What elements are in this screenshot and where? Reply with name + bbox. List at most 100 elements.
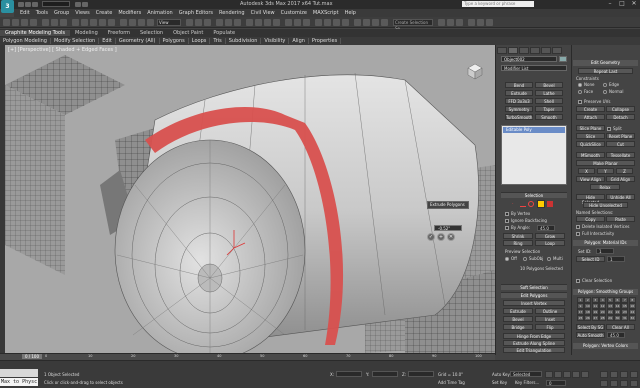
ribbon-title[interactable]: Graphite Modeling Tools (0, 30, 71, 36)
ribbon-panel-edit[interactable]: Edit (99, 38, 116, 44)
copy-button[interactable]: Copy (576, 216, 605, 222)
planar-z-button[interactable]: Z (616, 168, 633, 174)
save-icon[interactable] (32, 2, 38, 7)
preview-off-radio[interactable]: Off (505, 256, 517, 261)
toolbar-tool-icon[interactable] (264, 19, 271, 26)
smooth-button[interactable]: Smooth (535, 114, 563, 120)
set-id-field[interactable]: 1 (596, 248, 614, 254)
detach-button[interactable]: Detach (606, 114, 635, 120)
smoothing-group-button[interactable]: 21 (606, 309, 614, 315)
smoothing-group-button[interactable]: 6 (614, 297, 621, 303)
toolbar-tool-icon[interactable] (246, 19, 253, 26)
smoothing-group-button[interactable]: 30 (614, 315, 621, 321)
smoothing-group-button[interactable]: 18 (584, 309, 592, 315)
inset-button[interactable]: Inset (535, 316, 565, 322)
smoothing-groups-header[interactable]: Polygon: Smoothing Groups (573, 289, 638, 295)
smoothing-group-button[interactable]: 29 (606, 315, 614, 321)
collapse-button[interactable]: Collapse (606, 106, 635, 112)
zoom-icon[interactable] (600, 371, 608, 378)
utilities-tab[interactable] (552, 47, 562, 54)
menu-customize[interactable]: Customize (281, 10, 307, 16)
shell-button[interactable]: Shell (535, 98, 563, 104)
modifier-stack[interactable] (501, 125, 567, 185)
time-slider[interactable]: 0 / 100 (22, 354, 42, 359)
set-key-label[interactable]: Set Key (492, 380, 507, 385)
smoothing-group-button[interactable]: 17 (577, 309, 584, 315)
grow-button[interactable]: Grow (535, 233, 565, 239)
attach-button[interactable]: Attach (576, 114, 605, 120)
edit-polygons-header[interactable]: Edit Polygons (501, 292, 567, 298)
turbosmooth-button[interactable]: TurboSmooth (505, 114, 533, 120)
toolbar-tool-icon[interactable] (342, 19, 349, 26)
lathe-button[interactable]: Lathe (535, 90, 563, 96)
smoothing-group-button[interactable]: 20 (599, 309, 607, 315)
clear-selection-checkbox[interactable]: Clear Selection (576, 278, 612, 283)
named-selection-set[interactable]: Create Selection Se (393, 19, 433, 31)
orbit-icon[interactable] (630, 371, 638, 378)
stack-item-editable-poly[interactable]: Editable Poly (503, 127, 565, 133)
smoothing-group-button[interactable]: 11 (591, 303, 599, 309)
toolbar-tool-icon[interactable] (324, 19, 331, 26)
smoothing-group-button[interactable]: 23 (621, 309, 629, 315)
smoothing-group-button[interactable]: 31 (621, 315, 629, 321)
by-vertex-checkbox[interactable]: By Vertex (505, 211, 530, 216)
preview-multi-radio[interactable]: Multi (547, 256, 563, 261)
menu-civil-view[interactable]: Civil View (251, 10, 275, 16)
smoothing-group-button[interactable]: 19 (591, 309, 599, 315)
toolbar-tool-icon[interactable] (30, 19, 37, 26)
object-color-swatch[interactable] (559, 56, 567, 62)
x-field[interactable] (336, 371, 362, 377)
perspective-viewport[interactable] (5, 45, 495, 353)
auto-key-select[interactable]: Selected (510, 371, 542, 377)
maximize-button[interactable]: □ (616, 0, 628, 8)
prev-frame-icon[interactable] (554, 371, 562, 378)
delete-isolated-checkbox[interactable]: Delete Isolated Vertices (576, 224, 629, 229)
smoothing-group-button[interactable]: 16 (628, 303, 636, 309)
zoom-extents-icon[interactable] (610, 380, 618, 387)
motion-tab[interactable] (530, 47, 540, 54)
auto-smooth-button[interactable]: Auto Smooth (576, 332, 605, 338)
by-angle-checkbox[interactable]: By Angle: (505, 225, 530, 230)
view-align-button[interactable]: View Align (576, 176, 605, 182)
toolbar-tool-icon[interactable] (234, 19, 241, 26)
toolbar-tool-icon[interactable] (72, 19, 79, 26)
reference-coordinate-select[interactable]: View (157, 19, 181, 26)
msmooth-button[interactable]: MSmooth (576, 152, 605, 158)
edge-mode-icon[interactable] (520, 201, 526, 207)
next-frame-icon[interactable] (572, 371, 580, 378)
ribbon-panel-tris[interactable]: Tris (210, 38, 226, 44)
taper-button[interactable]: Taper (535, 106, 563, 112)
close-button[interactable]: ✕ (628, 0, 640, 8)
smoothing-group-button[interactable]: 24 (628, 309, 636, 315)
unhide-all-button[interactable]: Unhide All (606, 194, 635, 200)
bridge-button[interactable]: Bridge (503, 324, 533, 330)
toolbar-tool-icon[interactable] (363, 19, 370, 26)
menu-edit[interactable]: Edit (20, 10, 30, 16)
ribbon-panel-properties[interactable]: Properties (309, 38, 342, 44)
slice-plane-button[interactable]: Slice Plane (576, 125, 605, 131)
hinge-button[interactable]: Hinge From Edge (503, 333, 565, 339)
toolbar-tool-icon[interactable] (120, 19, 127, 26)
menu-graph-editors[interactable]: Graph Editors (179, 10, 213, 16)
bend-button[interactable]: Bend (505, 82, 533, 88)
smoothing-group-button[interactable]: 27 (591, 315, 599, 321)
vertex-colors-header[interactable]: Polygon: Vertex Colors (573, 343, 638, 349)
smoothing-group-button[interactable]: 13 (606, 303, 614, 309)
border-mode-icon[interactable] (528, 201, 534, 207)
shrink-button[interactable]: Shrink (503, 233, 533, 239)
smoothing-group-button[interactable]: 25 (577, 315, 584, 321)
toolbar-tool-icon[interactable] (333, 19, 340, 26)
minimize-button[interactable]: – (604, 0, 616, 8)
constraint-face-radio[interactable]: Face (578, 89, 593, 94)
open-icon[interactable] (25, 2, 31, 7)
ribbon-panel-visibility[interactable]: Visibility (261, 38, 290, 44)
toolbar-tool-icon[interactable] (147, 19, 154, 26)
walkthrough-icon[interactable] (620, 380, 628, 387)
y-field[interactable] (372, 371, 398, 377)
preview-subobj-radio[interactable]: SubObj (523, 256, 543, 261)
vertex-mode-icon[interactable]: · (512, 201, 518, 207)
toolbar-tool-icon[interactable] (303, 19, 310, 26)
maxscript-listener[interactable]: Max to Physc (0, 378, 38, 386)
smoothing-group-button[interactable]: 4 (599, 297, 607, 303)
cut-button[interactable]: Cut (606, 141, 635, 147)
